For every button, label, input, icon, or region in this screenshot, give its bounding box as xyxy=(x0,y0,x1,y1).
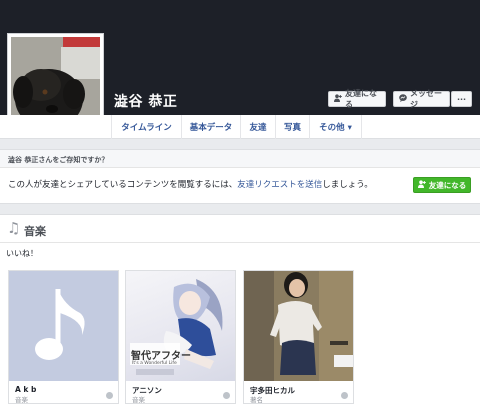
add-friend-green-button[interactable]: 友達になる xyxy=(413,177,471,193)
music-item[interactable]: 智代アフター It's a Wonderful Life アニソン 音楽 xyxy=(125,270,236,404)
do-you-know-card: 澁谷 恭正さんをご存知ですか？ この人が友達とシェアしているコンテンツを閲覧する… xyxy=(0,149,480,204)
send-friend-request-link[interactable]: 友達リクエストを送信 xyxy=(237,180,322,190)
add-friend-label: 友達になる xyxy=(345,89,377,109)
like-globe-icon xyxy=(341,392,348,399)
add-friend-icon xyxy=(334,94,342,104)
add-friend-green-label: 友達になる xyxy=(428,180,467,190)
music-section: ♫ 音楽 いいね！ A k b 音楽 智代アフター It's a Wonderf… xyxy=(0,214,480,414)
profile-nav-bar: タイムライン 基本データ 友達 写真 その他 ▾ xyxy=(0,115,480,139)
add-friend-button[interactable]: 友達になる xyxy=(328,89,386,109)
like-globe-icon xyxy=(223,392,230,399)
likes-label: いいね！ xyxy=(6,249,38,258)
music-note-icon: ♫ xyxy=(7,219,21,237)
tab-timeline[interactable]: タイムライン xyxy=(111,115,181,139)
music-section-title[interactable]: 音楽 xyxy=(24,223,46,239)
music-item-category: 音楽 xyxy=(132,396,145,404)
profile-name[interactable]: 澁谷 恭正 xyxy=(114,91,177,111)
tab-friends[interactable]: 友達 xyxy=(240,115,275,139)
do-you-know-text: この人が友達とシェアしているコンテンツを閲覧するには、友達リクエストを送信しまし… xyxy=(8,178,373,190)
tab-about[interactable]: 基本データ xyxy=(181,115,240,139)
music-item-name[interactable]: A k b xyxy=(15,385,36,394)
message-label: メッセージ xyxy=(410,89,442,109)
do-you-know-heading: 澁谷 恭正さんをご存知ですか？ xyxy=(0,150,480,168)
like-globe-icon xyxy=(106,392,113,399)
music-note-icon xyxy=(34,289,85,360)
more-options-button[interactable]: ··· xyxy=(451,91,472,107)
anisong-thumbnail[interactable]: 智代アフター It's a Wonderful Life xyxy=(126,271,235,381)
messenger-icon xyxy=(399,94,407,104)
add-friend-icon xyxy=(417,180,426,190)
music-item[interactable]: A k b 音楽 xyxy=(8,270,119,404)
anime-art-subtitle: It's a Wonderful Life xyxy=(132,361,177,366)
music-item[interactable]: 宇多田ヒカル 著名 xyxy=(243,270,354,404)
music-item-category: 著名 xyxy=(250,396,263,404)
tab-more[interactable]: その他 ▾ xyxy=(309,115,362,139)
message-button[interactable]: メッセージ xyxy=(393,89,450,109)
anime-art-title: 智代アフター xyxy=(131,351,191,362)
do-you-know-text-after: しましょう。 xyxy=(322,180,373,190)
music-item-category: 音楽 xyxy=(15,396,28,404)
music-placeholder-thumbnail[interactable] xyxy=(9,271,118,381)
do-you-know-text-before: この人が友達とシェアしているコンテンツを閲覧するには、 xyxy=(8,180,238,190)
profile-picture[interactable] xyxy=(11,37,100,126)
more-options-icon: ··· xyxy=(456,94,467,104)
tab-photos[interactable]: 写真 xyxy=(275,115,309,139)
artist-photo-thumbnail[interactable] xyxy=(244,271,353,381)
